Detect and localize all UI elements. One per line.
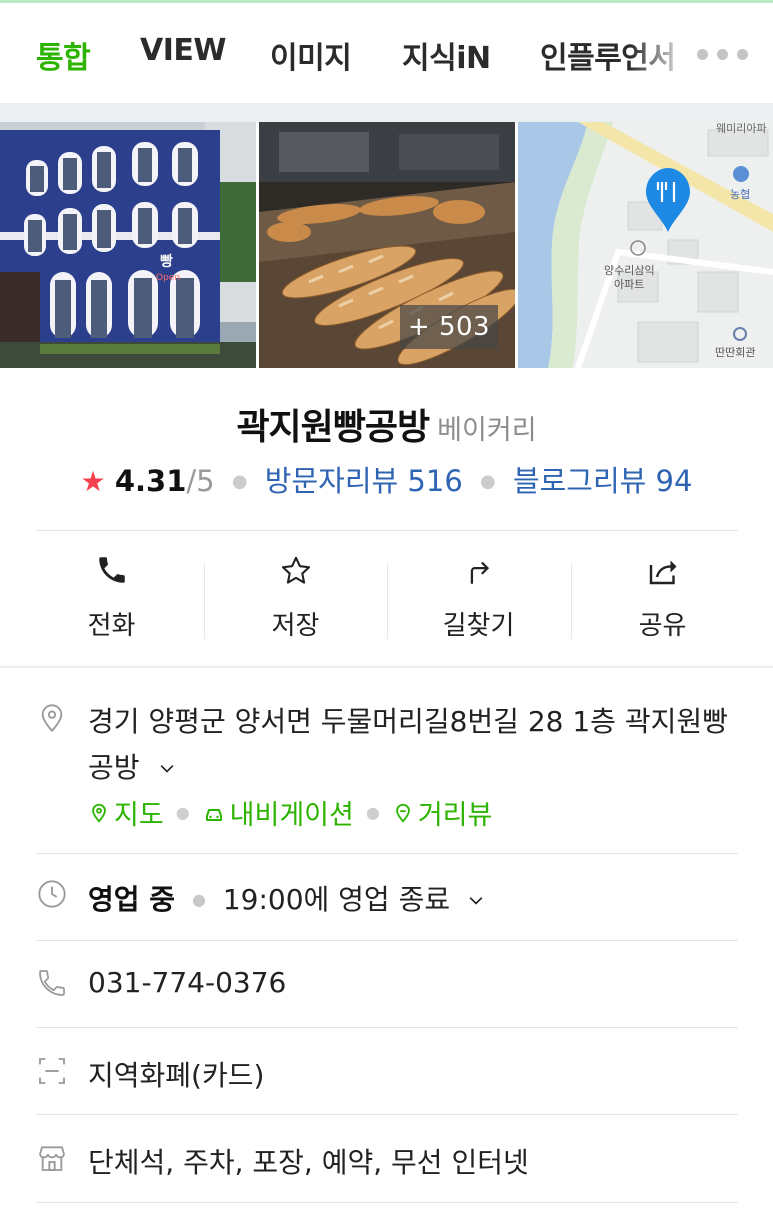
separator-dot: ● [365,803,380,822]
chevron-down-icon[interactable] [463,891,489,911]
share-label: 공유 [638,611,687,641]
rating-max: /5 [186,464,215,498]
map-label-hall: 딴딴회관 [715,346,755,359]
rating-score: 4.31 [114,464,187,498]
map-label-bank: 농협 [730,188,750,201]
search-tab-bar: 통합 VIEW 이미지 지식iN 인플루언서 [0,3,773,103]
street-view-icon [395,803,410,823]
amenities: 단체석, 주차, 포장, 예약, 무선 인터넷 [88,1146,529,1179]
closing-time: 19:00에 영업 종료 [222,883,451,916]
divider [36,1114,738,1115]
divider [36,1202,738,1203]
phone-number[interactable]: 031-774-0376 [88,966,286,999]
divider [36,853,738,854]
phone-icon [98,557,125,583]
clock-icon [38,880,66,908]
sign-small-text: Open [156,273,180,283]
map-label-apartment: 양수리삼익 [604,264,655,277]
map-label-top: 웨미리아파 [716,122,767,135]
map-thumbnail[interactable]: 웨미리아파 농협 양수리삼익 아파트 딴딴회관 [518,122,773,368]
tab-images[interactable]: 이미지 [270,33,352,77]
call-button[interactable]: 전화 [20,545,203,655]
open-status: 영업 중 [88,883,176,916]
tab-knowledge-in[interactable]: 지식iN [402,33,491,77]
star-outline-icon [281,556,310,584]
place-name[interactable]: 곽지원빵공방 [236,407,430,448]
tab-view[interactable]: VIEW [140,33,226,68]
section-separator [0,666,773,668]
call-label: 전화 [87,611,136,641]
navigation-link-label: 내비게이션 [229,800,354,831]
location-pin-icon [41,704,63,732]
more-dot-icon [737,48,748,60]
tab-all[interactable]: 통합 [36,33,91,77]
separator-dot: ● [175,803,190,822]
separator-dot: ● [191,890,206,909]
place-title-row: 곽지원빵공방 베이커리 [0,398,773,450]
tabbar-separator [0,103,773,123]
save-label: 저장 [271,611,320,641]
map-label-apartment-2: 아파트 [614,278,644,291]
street-view-link-label: 거리뷰 [417,800,493,831]
address-line-2-text: 공방 [88,751,140,784]
street-view-link[interactable]: 거리뷰 [392,793,493,832]
address-line-1[interactable]: 경기 양평군 양서면 두물머리길8번길 28 1층 곽지원빵 [88,700,728,740]
separator-dot: ● [480,471,496,492]
address-line-2[interactable]: 공방 [88,746,180,786]
map-pin-small-icon [92,803,106,823]
place-category: 베이커리 [437,415,537,446]
divider [36,940,738,941]
rating-row: ★ 4.31/5 ● 방문자리뷰 516 ● 블로그리뷰 94 [0,458,773,500]
more-dot-icon [717,48,728,60]
separator-dot: ● [231,471,248,492]
sign-text: 빵 [160,254,173,270]
star-icon: ★ [80,465,106,498]
address-links: 지도 ● 내비게이션 ● 거리뷰 [88,793,492,832]
scan-card-icon [39,1058,65,1084]
payment-methods: 지역화폐(카드) [88,1059,265,1092]
navigation-link[interactable]: 내비게이션 [202,793,354,832]
action-bar: 전화 저장 길찾기 공유 [20,545,753,655]
storefront-photo[interactable]: 빵 Open [0,122,256,368]
directions-label: 길찾기 [442,611,515,641]
phone-outline-icon [39,970,65,996]
visitor-reviews-link[interactable]: 방문자리뷰 516 [265,464,463,498]
car-icon [205,808,222,821]
blog-reviews-link[interactable]: 블로그리뷰 94 [513,464,693,498]
directions-button[interactable]: 길찾기 [387,545,570,655]
more-photos-count[interactable]: + 503 [400,305,498,349]
share-icon [649,560,676,585]
directions-icon [470,561,489,584]
more-dot-icon [697,48,708,60]
divider [36,530,738,531]
save-button[interactable]: 저장 [204,545,387,655]
share-button[interactable]: 공유 [571,545,754,655]
chevron-down-icon[interactable] [154,759,180,779]
map-link[interactable]: 지도 [88,793,164,832]
store-icon [39,1146,65,1171]
photo-strip: 빵 Open 웨미리아파 농협 양수리삼익 아파트 딴딴회관 [0,122,773,368]
more-tabs-button[interactable] [697,39,757,69]
divider [36,1027,738,1028]
business-hours-row[interactable]: 영업 중 ● 19:00에 영업 종료 [88,878,489,918]
map-link-label: 지도 [114,800,164,831]
tab-fade [630,23,690,83]
